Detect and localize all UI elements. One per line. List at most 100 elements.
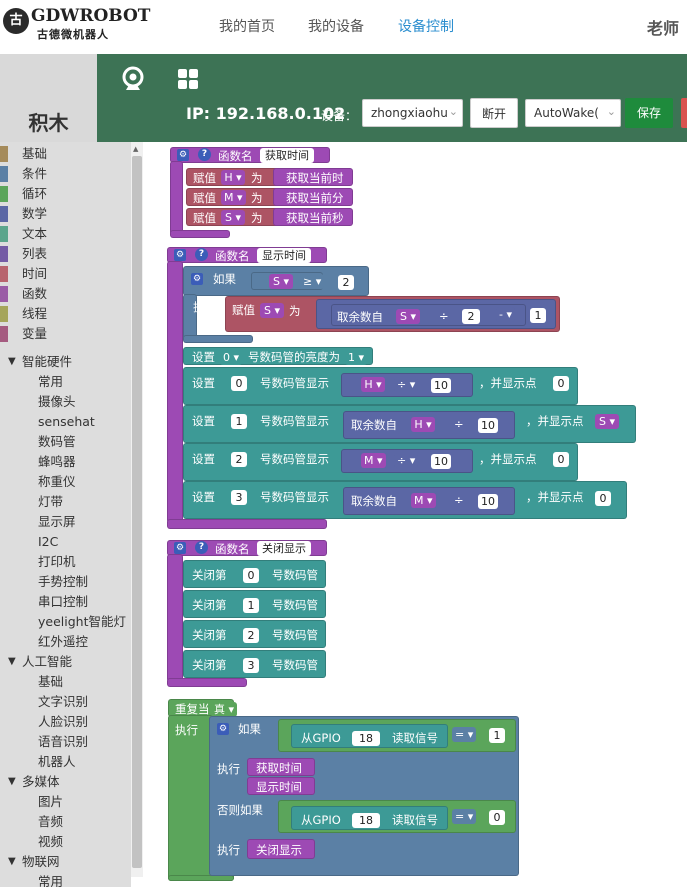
function-block-body[interactable] bbox=[170, 161, 183, 235]
operator-dropdown[interactable]: ÷ ▾ bbox=[394, 377, 419, 392]
category-group[interactable]: ▼ 人工智能 bbox=[0, 652, 131, 672]
help-icon[interactable]: ? bbox=[195, 248, 208, 261]
device-select[interactable]: zhongxiaohu ⌄ bbox=[362, 99, 463, 127]
category-item[interactable]: 列表 bbox=[0, 244, 131, 264]
category-subitem[interactable]: 称重仪 bbox=[0, 472, 131, 492]
variable-dropdown[interactable]: S ▾ bbox=[595, 414, 619, 429]
help-icon[interactable]: ? bbox=[198, 148, 211, 161]
scroll-up-icon[interactable]: ▲ bbox=[133, 145, 138, 153]
save-button[interactable]: 保存 bbox=[625, 98, 673, 128]
wake-select[interactable]: AutoWake(⌄ bbox=[525, 99, 621, 127]
category-item[interactable]: 变量 bbox=[0, 324, 131, 344]
category-subitem[interactable]: sensehat bbox=[0, 412, 131, 432]
category-subitem[interactable]: 手势控制 bbox=[0, 572, 131, 592]
category-subitem[interactable]: 数码管 bbox=[0, 432, 131, 452]
webcam-icon[interactable] bbox=[120, 66, 146, 96]
category-subitem[interactable]: 常用 bbox=[0, 372, 131, 392]
operator-dropdown[interactable]: - ▾ bbox=[496, 307, 515, 322]
function-block-foot[interactable] bbox=[170, 230, 230, 238]
operator-dropdown[interactable]: ≥ ▾ bbox=[300, 274, 325, 289]
tube-number-field[interactable]: 3 bbox=[231, 490, 247, 505]
function-name-field[interactable]: 获取时间 bbox=[260, 148, 314, 163]
gear-icon[interactable]: ⚙ bbox=[177, 149, 189, 161]
nav-devices[interactable]: 我的设备 bbox=[308, 16, 364, 36]
variable-dropdown[interactable]: M ▾ bbox=[221, 190, 246, 205]
user-name[interactable]: 老师 bbox=[647, 15, 679, 39]
function-block-body[interactable] bbox=[167, 554, 183, 682]
variable-dropdown[interactable]: M ▾ bbox=[361, 453, 386, 468]
category-subitem[interactable]: 摄像头 bbox=[0, 392, 131, 412]
category-subitem[interactable]: yeelight智能灯 bbox=[0, 612, 131, 632]
category-item[interactable]: 条件 bbox=[0, 164, 131, 184]
gear-icon[interactable]: ⚙ bbox=[217, 723, 229, 735]
gear-icon[interactable]: ⚙ bbox=[174, 249, 186, 261]
tube-number-field[interactable]: 0 bbox=[243, 568, 259, 583]
category-subitem[interactable]: 图片 bbox=[0, 792, 131, 812]
variable-dropdown[interactable]: H ▾ bbox=[411, 417, 435, 432]
category-item[interactable]: 函数 bbox=[0, 284, 131, 304]
function-block-foot[interactable] bbox=[167, 678, 247, 687]
extra-button[interactable] bbox=[681, 98, 687, 128]
function-block-body[interactable] bbox=[167, 261, 183, 523]
dot-field[interactable]: 0 bbox=[553, 452, 569, 467]
category-subitem[interactable]: 基础 bbox=[0, 672, 131, 692]
tube-number-field[interactable]: 2 bbox=[243, 628, 259, 643]
number-field[interactable]: 10 bbox=[478, 418, 498, 433]
category-subitem[interactable]: 红外遥控 bbox=[0, 632, 131, 652]
condition-dropdown[interactable]: 真 ▾ bbox=[211, 702, 238, 717]
scroll-thumb[interactable] bbox=[132, 156, 142, 868]
category-subitem[interactable]: 机器人 bbox=[0, 752, 131, 772]
function-name-field[interactable]: 显示时间 bbox=[257, 248, 311, 263]
function-block-foot[interactable] bbox=[167, 519, 327, 529]
level-dropdown[interactable]: 1 ▾ bbox=[345, 350, 368, 365]
category-subitem[interactable]: 蜂鸣器 bbox=[0, 452, 131, 472]
tube-number-field[interactable]: 1 bbox=[243, 598, 259, 613]
tube-dropdown[interactable]: 0 ▾ bbox=[220, 350, 243, 365]
category-scrollbar[interactable]: ▲ bbox=[131, 142, 143, 877]
category-item[interactable]: 数学 bbox=[0, 204, 131, 224]
nav-home[interactable]: 我的首页 bbox=[219, 16, 275, 36]
gear-icon[interactable]: ⚙ bbox=[174, 542, 186, 554]
category-subitem[interactable]: 灯带 bbox=[0, 492, 131, 512]
variable-dropdown[interactable]: H ▾ bbox=[361, 377, 385, 392]
help-icon[interactable]: ? bbox=[195, 541, 208, 554]
workspace[interactable]: ⚙? 函数名 获取时间 赋值 H ▾ 为获取当前时 赋值 M ▾ 为获取当前分 赋值 S ▾ 为获取当… bbox=[143, 142, 687, 887]
category-item[interactable]: 线程 bbox=[0, 304, 131, 324]
operator-dropdown[interactable]: ÷ ▾ bbox=[394, 453, 419, 468]
pin-field[interactable]: 18 bbox=[352, 731, 380, 746]
variable-dropdown[interactable]: H ▾ bbox=[221, 170, 245, 185]
if-block-foot[interactable] bbox=[183, 335, 253, 343]
category-item[interactable]: 基础 bbox=[0, 144, 131, 164]
operator-dropdown[interactable]: = ▾ bbox=[452, 727, 477, 742]
category-item[interactable]: 文本 bbox=[0, 224, 131, 244]
category-subitem[interactable]: 常用 bbox=[0, 872, 131, 887]
dot-field[interactable]: 0 bbox=[595, 491, 611, 506]
category-subitem[interactable]: 视频 bbox=[0, 832, 131, 852]
category-subitem[interactable]: 显示屏 bbox=[0, 512, 131, 532]
nav-device-control[interactable]: 设备控制 bbox=[398, 16, 454, 36]
number-field[interactable]: 10 bbox=[431, 454, 451, 469]
category-group[interactable]: ▼ 多媒体 bbox=[0, 772, 131, 792]
category-item[interactable]: 循环 bbox=[0, 184, 131, 204]
category-group[interactable]: ▼ 智能硬件 bbox=[0, 352, 131, 372]
number-field[interactable]: 2 bbox=[338, 275, 354, 290]
category-subitem[interactable]: 串口控制 bbox=[0, 592, 131, 612]
number-field[interactable]: 0 bbox=[489, 810, 505, 825]
variable-dropdown[interactable]: M ▾ bbox=[411, 493, 436, 508]
number-field[interactable]: 1 bbox=[530, 308, 546, 323]
category-subitem[interactable]: 音频 bbox=[0, 812, 131, 832]
category-item[interactable]: 时间 bbox=[0, 264, 131, 284]
category-subitem[interactable]: 人脸识别 bbox=[0, 712, 131, 732]
variable-dropdown[interactable]: S ▾ bbox=[260, 303, 284, 318]
variable-dropdown[interactable]: S ▾ bbox=[269, 274, 293, 289]
number-field[interactable]: 10 bbox=[431, 378, 451, 393]
operator-dropdown[interactable]: = ▾ bbox=[452, 809, 477, 824]
category-subitem[interactable]: 文字识别 bbox=[0, 692, 131, 712]
tube-number-field[interactable]: 3 bbox=[243, 658, 259, 673]
category-subitem[interactable]: 语音识别 bbox=[0, 732, 131, 752]
tube-number-field[interactable]: 2 bbox=[231, 452, 247, 467]
category-group[interactable]: ▼ 物联网 bbox=[0, 852, 131, 872]
number-field[interactable]: 2 bbox=[462, 309, 480, 324]
pin-field[interactable]: 18 bbox=[352, 813, 380, 828]
grid-icon[interactable] bbox=[177, 68, 199, 94]
